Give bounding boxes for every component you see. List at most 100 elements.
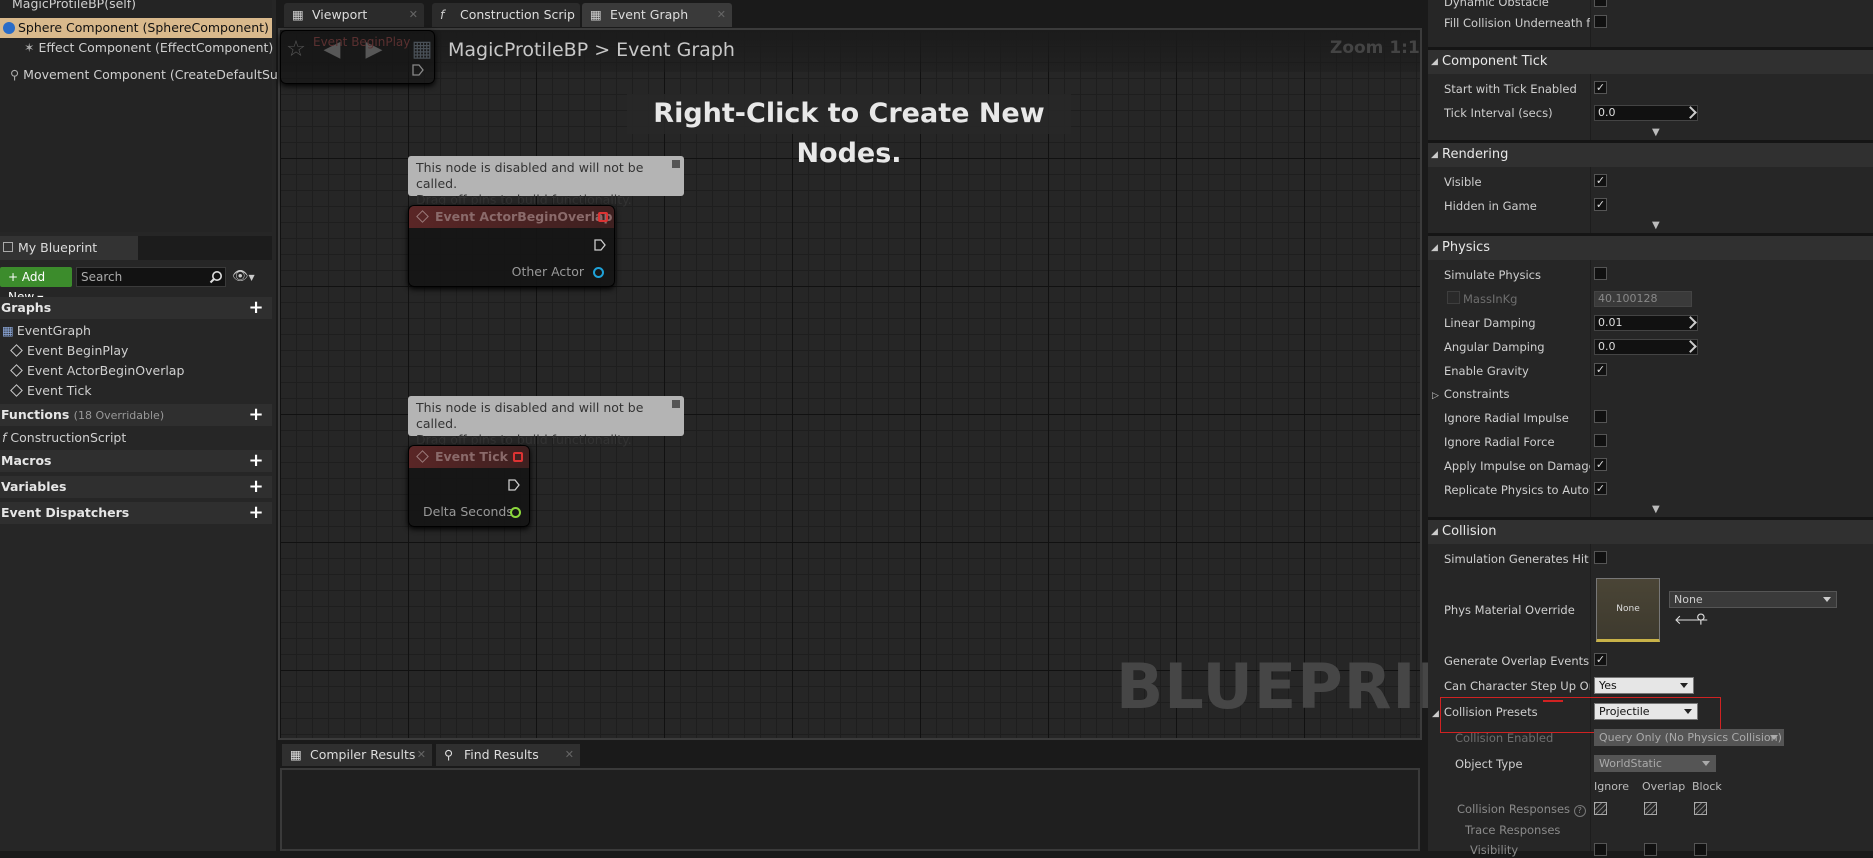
- highlight-box: [1440, 697, 1721, 733]
- close-icon[interactable]: ✕: [717, 3, 726, 27]
- plus-icon: +: [8, 270, 22, 284]
- close-icon[interactable]: ✕: [417, 744, 426, 766]
- section-component-tick[interactable]: ◢ Component Tick: [1428, 50, 1873, 74]
- node-event-actorbeginoverlap[interactable]: Event ActorBeginOverlap Other Actor: [408, 205, 615, 287]
- graph-item-actorbeginoverlap[interactable]: Event ActorBeginOverlap: [10, 361, 184, 381]
- node-header: Event ActorBeginOverlap: [409, 206, 614, 228]
- expand-arrow-icon[interactable]: ▼: [1652, 505, 1664, 515]
- ignore-radial-force-checkbox[interactable]: [1594, 434, 1607, 447]
- component-self[interactable]: MagicProtileBP(self): [0, 0, 136, 14]
- replicate-physics-checkbox[interactable]: ✓: [1594, 482, 1607, 495]
- tab-event-graph[interactable]: ▦ Event Graph ✕: [582, 3, 732, 27]
- tab-find-results[interactable]: ⚲ Find Results ✕: [436, 744, 580, 766]
- add-graph-plus-icon[interactable]: +: [248, 299, 264, 317]
- exec-pin-icon[interactable]: [411, 63, 425, 77]
- pin-icon[interactable]: [672, 160, 680, 168]
- phys-material-dropdown[interactable]: None: [1669, 591, 1837, 608]
- search-icon[interactable]: [209, 270, 223, 284]
- collapse-triangle-icon: ◢: [1431, 243, 1438, 253]
- variables-section-header[interactable]: Variables +: [0, 476, 272, 498]
- macros-section-header[interactable]: Macros +: [0, 450, 272, 472]
- graph-icon: ▦: [2, 323, 14, 338]
- visibility-overlap-radio[interactable]: [1644, 843, 1657, 856]
- visibility-block-radio[interactable]: [1694, 843, 1707, 856]
- enable-gravity-checkbox[interactable]: ✓: [1594, 363, 1607, 376]
- tab-viewport[interactable]: ▦ Viewport ✕: [284, 3, 424, 27]
- spin-icon: [1684, 316, 1697, 329]
- function-item-constructionscript[interactable]: f ConstructionScript: [2, 428, 126, 448]
- mass-override-checkbox[interactable]: [1447, 291, 1460, 304]
- delegate-pin-icon[interactable]: [598, 212, 608, 222]
- partial-node-title: Event BeginPlay: [313, 35, 411, 49]
- compiler-results-panel: [280, 768, 1420, 851]
- section-rendering[interactable]: ◢ Rendering: [1428, 143, 1873, 167]
- generate-overlap-checkbox[interactable]: ✓: [1594, 653, 1607, 666]
- node-comment-disabled[interactable]: This node is disabled and will not be ca…: [408, 156, 684, 207]
- ignore-radial-impulse-checkbox[interactable]: [1594, 410, 1607, 423]
- ignore-all-icon[interactable]: [1594, 802, 1607, 815]
- visibility-ignore-radio[interactable]: [1594, 843, 1607, 856]
- tab-construction-script[interactable]: f Construction Scrip: [432, 3, 580, 27]
- components-tree: MagicProtileBP(self) Sphere Component (S…: [0, 0, 309, 232]
- object-pin-icon[interactable]: [593, 267, 604, 278]
- graphs-section-header[interactable]: Graphs +: [0, 297, 272, 319]
- step-up-dropdown[interactable]: Yes: [1594, 677, 1694, 694]
- angular-damping-input[interactable]: 0.0: [1594, 339, 1698, 355]
- dynamic-obstacle-checkbox[interactable]: [1594, 0, 1607, 7]
- visible-checkbox[interactable]: ✓: [1594, 174, 1607, 187]
- breadcrumb-blueprint[interactable]: MagicProtileBP: [448, 39, 588, 61]
- close-icon[interactable]: ✕: [409, 3, 418, 27]
- dispatchers-section-header[interactable]: Event Dispatchers +: [0, 502, 272, 524]
- event-diamond-icon: [416, 450, 429, 463]
- browse-search-icon[interactable]: ⚲: [1696, 612, 1706, 627]
- search-input[interactable]: Search: [76, 267, 226, 287]
- expand-arrow-icon[interactable]: ▼: [1652, 128, 1664, 138]
- component-movement[interactable]: ⚲ Movement Component (CreateDefaultSubobj: [0, 65, 305, 85]
- simulate-physics-checkbox[interactable]: [1594, 267, 1607, 280]
- mass-input: 40.100128: [1594, 291, 1692, 307]
- search-icon: ⚲: [444, 747, 454, 762]
- expand-arrow-icon[interactable]: ▼: [1652, 221, 1664, 231]
- close-icon[interactable]: ✕: [565, 744, 574, 766]
- collision-enabled-dropdown: Query Only (No Physics Collision): [1594, 729, 1784, 746]
- effect-icon: ✶: [24, 40, 35, 55]
- exec-pin-icon[interactable]: [507, 478, 521, 492]
- graph-item-eventgraph[interactable]: ▦ EventGraph: [2, 321, 91, 341]
- section-physics[interactable]: ◢ Physics: [1428, 236, 1873, 260]
- hidden-in-game-checkbox[interactable]: ✓: [1594, 198, 1607, 211]
- node-event-tick[interactable]: Event Tick Delta Seconds: [408, 445, 530, 527]
- pin-icon[interactable]: [672, 400, 680, 408]
- help-icon[interactable]: ?: [1573, 805, 1586, 817]
- exec-pin-icon[interactable]: [593, 238, 607, 252]
- tab-my-blueprint[interactable]: My Blueprint: [0, 236, 138, 260]
- delegate-pin-icon[interactable]: [513, 452, 523, 462]
- graph-item-tick[interactable]: Event Tick: [10, 381, 92, 401]
- component-effect[interactable]: ✶ Effect Component (EffectComponent) (Inh…: [0, 38, 309, 58]
- tab-compiler-results[interactable]: ▦ Compiler Results ✕: [282, 744, 432, 766]
- apply-impulse-checkbox[interactable]: ✓: [1594, 458, 1607, 471]
- collision-responses-label: Collision Responses ?: [1457, 801, 1603, 817]
- view-options-eye-icon[interactable]: 👁▼: [232, 269, 262, 285]
- float-pin-icon[interactable]: [510, 507, 521, 518]
- fill-collision-checkbox[interactable]: [1594, 15, 1607, 28]
- linear-damping-input[interactable]: 0.01: [1594, 315, 1698, 331]
- overlap-all-icon[interactable]: [1644, 802, 1657, 815]
- graph-item-beginplay[interactable]: Event BeginPlay: [10, 341, 128, 361]
- node-comment-disabled[interactable]: This node is disabled and will not be ca…: [408, 396, 684, 447]
- tick-interval-input[interactable]: 0.0: [1594, 105, 1698, 121]
- functions-section-header[interactable]: Functions (18 Overridable) +: [0, 404, 272, 426]
- add-new-button[interactable]: + Add New▼: [0, 267, 72, 304]
- component-sphere[interactable]: Sphere Component (SphereComponent) (Inhe: [0, 18, 272, 38]
- add-macro-plus-icon[interactable]: +: [248, 452, 264, 470]
- event-diamond-icon: [10, 384, 23, 397]
- add-variable-plus-icon[interactable]: +: [248, 478, 264, 496]
- phys-material-thumbnail[interactable]: None: [1596, 578, 1660, 642]
- start-with-tick-checkbox[interactable]: ✓: [1594, 81, 1607, 94]
- section-collision[interactable]: ◢ Collision: [1428, 520, 1873, 544]
- add-dispatcher-plus-icon[interactable]: +: [248, 504, 264, 522]
- block-all-icon[interactable]: [1694, 802, 1707, 815]
- constraints-row[interactable]: ▷ Constraints: [1432, 386, 1578, 402]
- sim-hit-events-checkbox[interactable]: [1594, 551, 1607, 564]
- node-event-beginplay-partial[interactable]: Event BeginPlay: [280, 30, 435, 84]
- add-function-plus-icon[interactable]: +: [248, 406, 264, 424]
